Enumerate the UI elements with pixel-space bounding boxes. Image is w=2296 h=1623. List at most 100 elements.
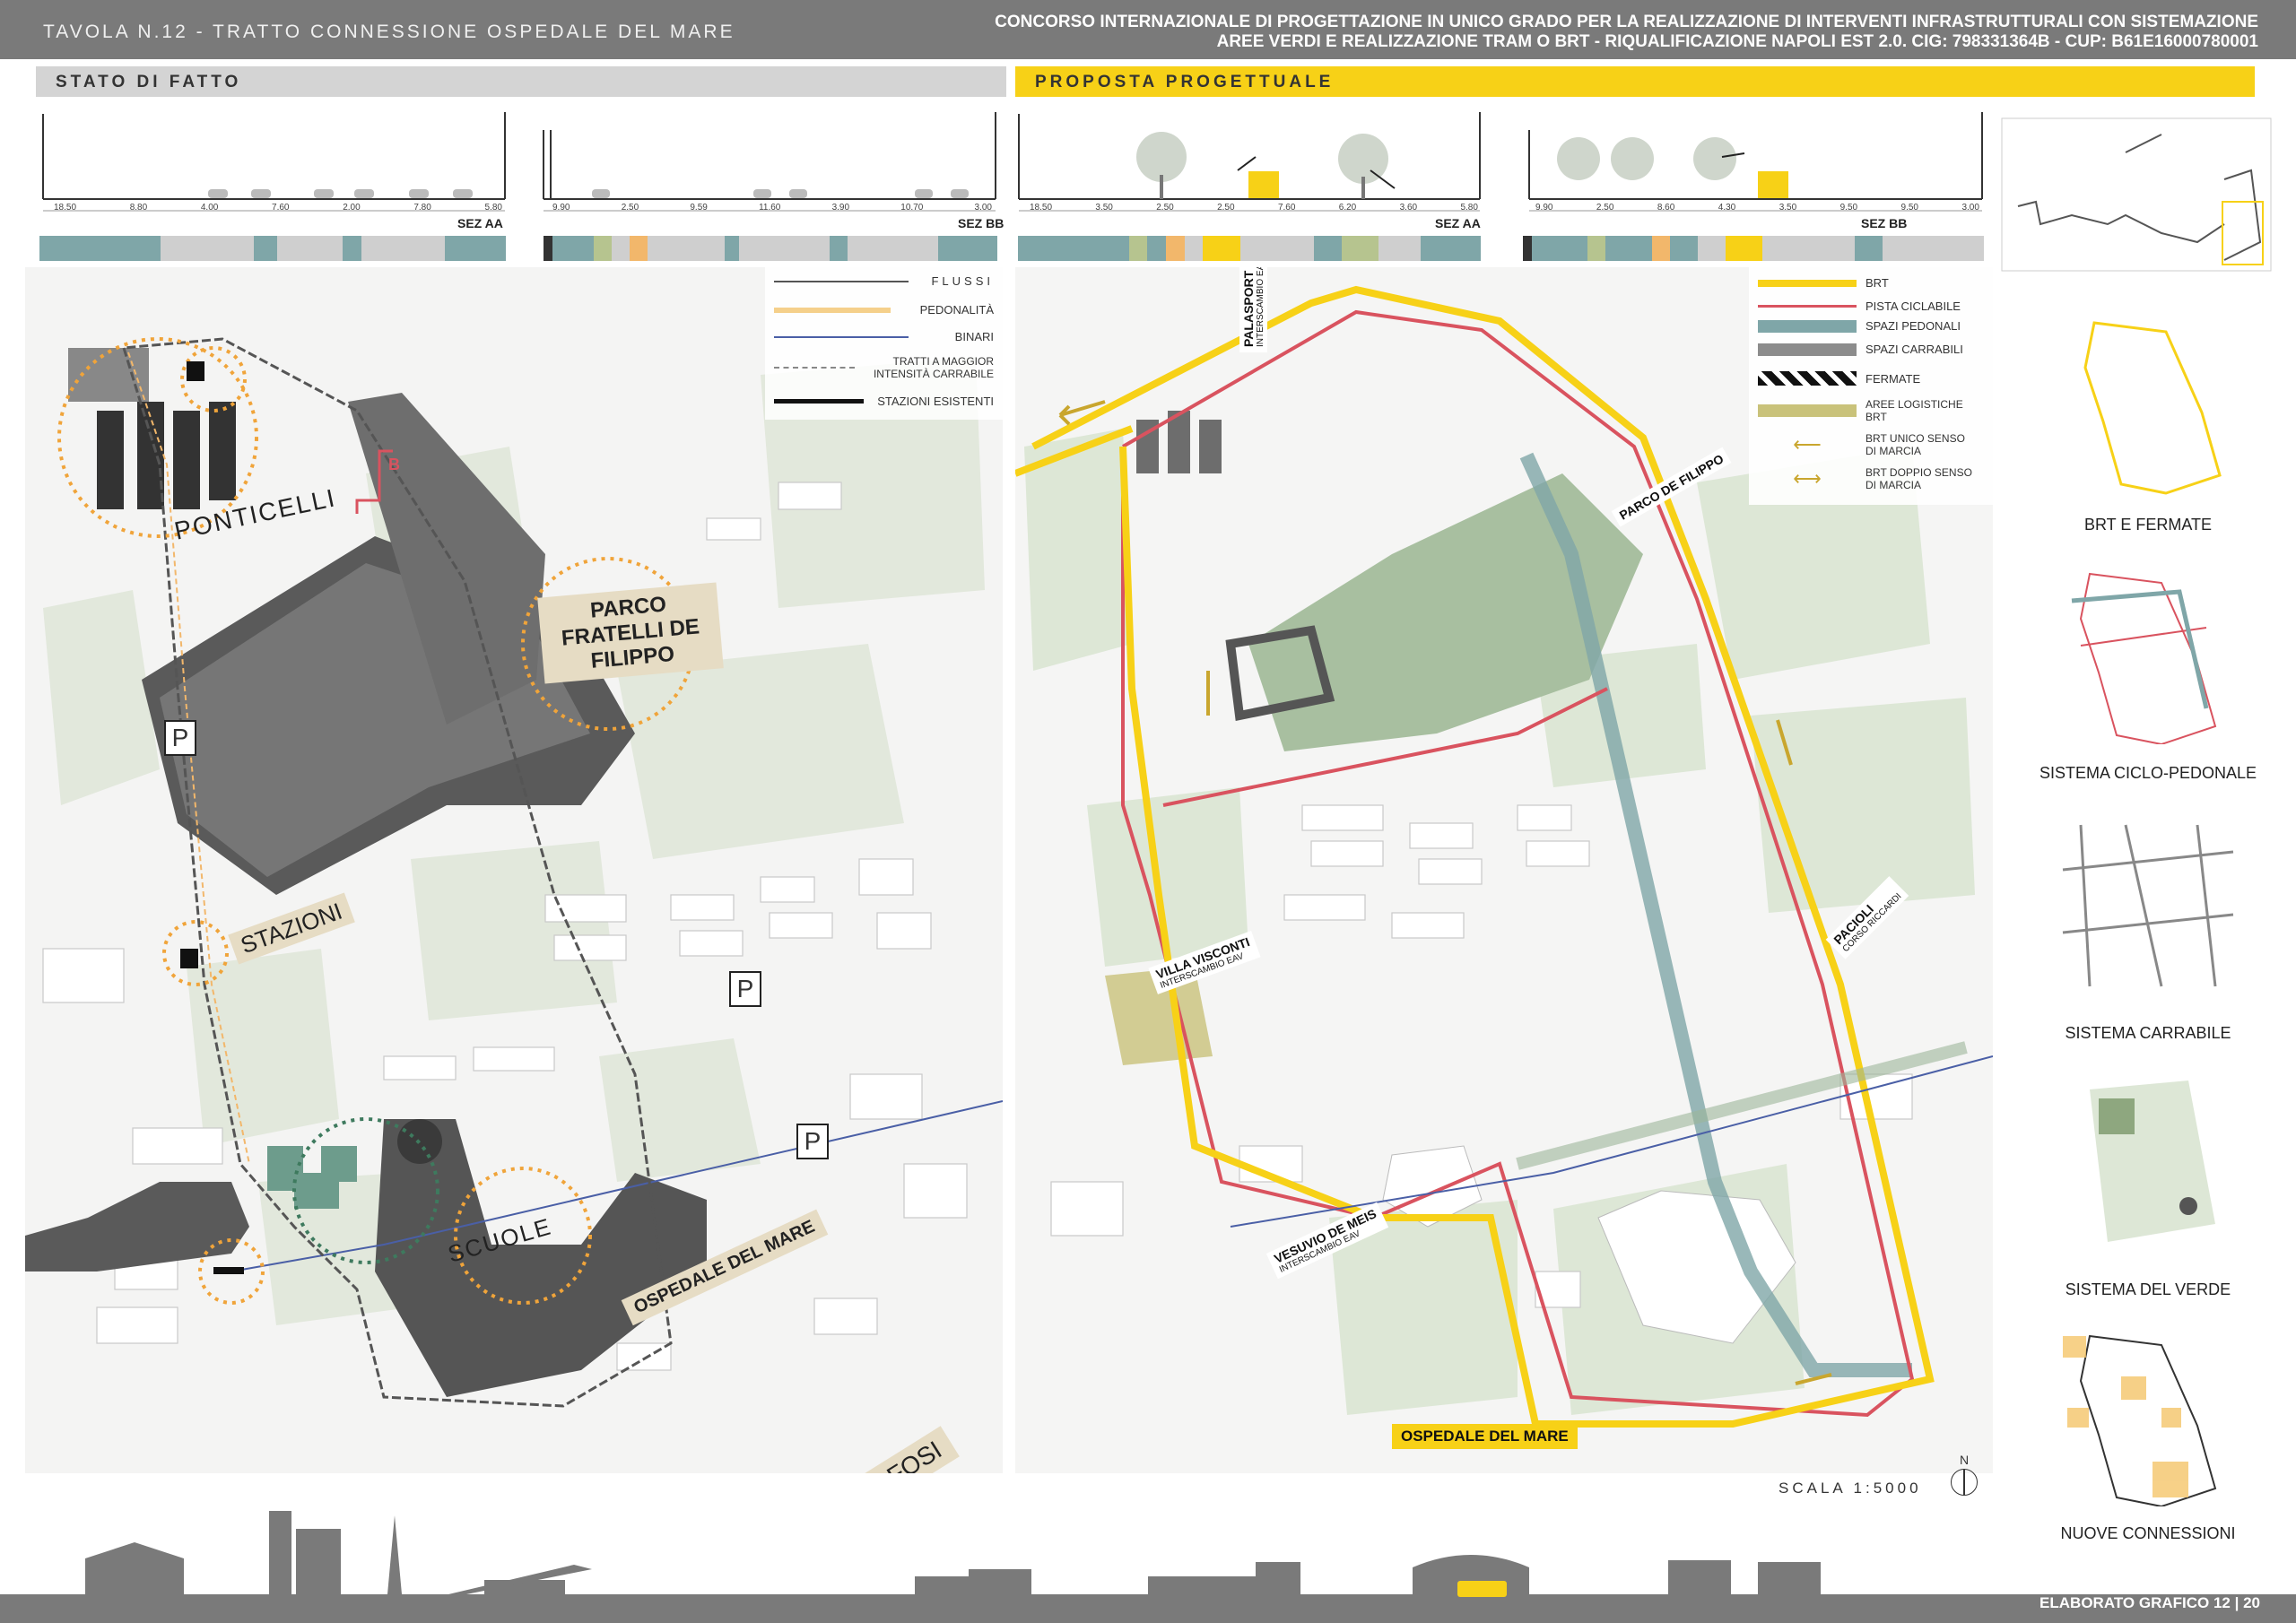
section-bb-proposal (1528, 112, 1983, 212)
legend-label: STAZIONI ESISTENTI (877, 395, 994, 408)
dim: 6.20 (1338, 203, 1357, 213)
legend-pedonali: SPAZI PEDONALI (1758, 319, 1961, 333)
north-letter: N (1959, 1453, 1970, 1467)
legend-label: FERMATE (1866, 371, 1921, 386)
dim: 11.60 (759, 203, 781, 213)
legend-label: PISTA CICLABILE (1866, 299, 1961, 313)
dim: 3.00 (1961, 203, 1979, 213)
stato-di-fatto-label: STATO DI FATTO (56, 73, 242, 91)
legend-fermate: FERMATE (1758, 371, 1920, 386)
dim: 8.60 (1657, 203, 1675, 213)
dim: 10.70 (900, 203, 924, 213)
legend-tratti: TRATTI A MAGGIOR INTENSITÀ CARRABILE (774, 355, 994, 380)
footer-skyline (0, 1511, 2296, 1623)
label-parco: PARCO FRATELLI DE FILIPPO (537, 582, 724, 684)
legend-logistiche: AREE LOGISTICHE BRT (1758, 398, 1964, 423)
station-name: OSPEDALE DEL MARE (1401, 1428, 1569, 1445)
legend-flussi: FLUSSI (774, 274, 994, 288)
section-marker-b: B (388, 456, 400, 473)
legend-label: SPAZI CARRABILI (1866, 343, 1963, 356)
dim: 9.50 (1900, 203, 1918, 213)
parking-sign: P (796, 1124, 829, 1159)
sidebar: BRT E FERMATE SISTEMA CICLO-PEDONALE SIS… (2000, 117, 2296, 1542)
legend-label: AREE LOGISTICHE BRT (1866, 398, 1963, 423)
section-aa-proposal-dims: 18.50 3.50 2.50 2.50 7.60 6.20 3.60 5.80 (1030, 203, 1478, 213)
dim: 2.50 (1596, 203, 1614, 213)
section-aa-proposal-label: SEZ AA (1435, 216, 1481, 230)
dim: 7.60 (272, 203, 290, 213)
dim: 3.00 (974, 203, 992, 213)
caption-verde: SISTEMA DEL VERDE (2065, 1280, 2231, 1298)
dim: 2.50 (621, 203, 639, 213)
dim: 18.50 (54, 203, 77, 213)
legend-doppio: ⟷ BRT DOPPIO SENSO DI MARCIA (1793, 466, 1972, 491)
legend-label: PEDONALITÀ (919, 303, 994, 317)
header-bar: TAVOLA N.12 - TRATTO CONNESSIONE OSPEDAL… (0, 0, 2296, 59)
dim: 7.80 (413, 203, 431, 213)
stato-di-fatto-band: STATO DI FATTO (36, 66, 1006, 97)
legend-label: FLUSSI (931, 274, 994, 288)
dim: 3.50 (1095, 203, 1113, 213)
section-bb-proposal-dims: 9.90 2.50 8.60 4.30 3.50 9.50 9.50 3.00 (1535, 203, 1979, 213)
competition-line-2: AREE VERDI E REALIZZAZIONE TRAM O BRT - … (1216, 32, 2258, 51)
section-bb-proposal-label: SEZ BB (1861, 216, 1908, 230)
section-aa-existing-label: SEZ AA (457, 216, 503, 230)
legend-brt: BRT (1758, 276, 1889, 290)
legend-label: BRT UNICO SENSO DI MARCIA (1866, 432, 1965, 457)
thumb-ciclo (2071, 572, 2217, 744)
section-bb-existing-label: SEZ BB (958, 216, 1004, 230)
station-ospedale: OSPEDALE DEL MARE (1392, 1424, 1578, 1449)
legend-binari: BINARI (774, 330, 994, 343)
legend-carrabili: SPAZI CARRABILI (1758, 343, 1963, 356)
caption-carrabile: SISTEMA CARRABILE (2065, 1024, 2231, 1042)
competition-title: CONCORSO INTERNAZIONALE DI PROGETTAZIONE… (995, 13, 2258, 52)
strip-aa-proposal (1018, 236, 1481, 261)
legend-stazioni: STAZIONI ESISTENTI (774, 395, 994, 408)
section-aa-existing (42, 112, 506, 212)
dim: 9.50 (1839, 203, 1858, 213)
dim: 9.59 (690, 203, 708, 213)
existing-map-drawing (25, 337, 1003, 1408)
sheet-title: TAVOLA N.12 - TRATTO CONNESSIONE OSPEDAL… (43, 22, 735, 42)
dim: 4.00 (200, 203, 219, 213)
legend-pedonalita: PEDONALITÀ (774, 303, 994, 317)
thumb-verde (2090, 1081, 2215, 1242)
dim: 7.60 (1277, 203, 1296, 213)
strip-bb-existing (544, 236, 997, 261)
strip-bb-proposal (1523, 236, 1984, 261)
dim: 5.80 (1460, 203, 1478, 213)
competition-line-1: CONCORSO INTERNAZIONALE DI PROGETTAZIONE… (995, 13, 2258, 31)
dim: 3.50 (1779, 203, 1797, 213)
section-aa-proposal (1018, 112, 1481, 212)
strip-aa-existing (39, 236, 506, 261)
proposal-legend: BRT PISTA CICLABILE SPAZI PEDONALI SPAZI… (1749, 267, 1993, 505)
legend-label: BINARI (954, 330, 994, 343)
existing-legend: FLUSSI PEDONALITÀ BINARI TRATTI A MAGGIO… (765, 267, 1003, 420)
dim: 9.90 (1535, 203, 1553, 213)
proposal-map: BRT PISTA CICLABILE SPAZI PEDONALI SPAZI… (1015, 267, 1993, 1473)
dim: 2.50 (1217, 203, 1235, 213)
legend-ciclabile: PISTA CICLABILE (1758, 299, 1961, 313)
station-name: PALASPORT (1241, 270, 1256, 347)
dim: 4.30 (1718, 203, 1736, 213)
ponticelli-towers (97, 402, 236, 509)
footer-label: ELABORATO GRAFICO 12 | 20 (2039, 1594, 2260, 1611)
section-aa-existing-dims: 18.50 8.80 4.00 7.60 2.00 7.80 5.80 (54, 203, 502, 213)
proposta-band: PROPOSTA PROGETTUALE (1015, 66, 2255, 97)
dim: 18.50 (1030, 203, 1053, 213)
dim: 2.50 (1156, 203, 1174, 213)
proposta-label: PROPOSTA PROGETTUALE (1035, 73, 1335, 91)
label-parco-text: PARCO FRATELLI DE FILIPPO (560, 592, 700, 673)
thumb-carrabile (2062, 824, 2234, 987)
legend-label: BRT DOPPIO SENSO DI MARCIA (1866, 466, 1972, 491)
station-palasport: PALASPORT INTERSCAMBIO EAV (1239, 267, 1267, 352)
station-sub: INTERSCAMBIO EAV (1256, 267, 1265, 347)
dim: 9.90 (552, 203, 570, 213)
caption-brt: BRT E FERMATE (2083, 516, 2213, 534)
section-bb-existing (543, 112, 996, 212)
existing-map: FLUSSI PEDONALITÀ BINARI TRATTI A MAGGIO… (25, 267, 1003, 1473)
dim: 2.00 (343, 203, 361, 213)
dim: 3.60 (1399, 203, 1418, 213)
dim: 3.90 (831, 203, 850, 213)
key-map (2001, 117, 2272, 272)
